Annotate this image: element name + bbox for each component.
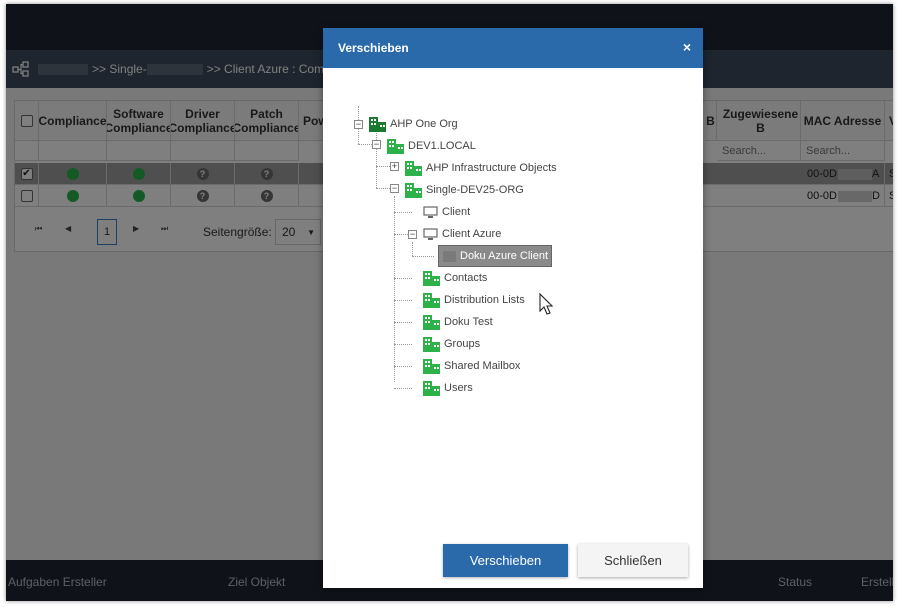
ou-icon <box>405 160 422 176</box>
move-button[interactable]: Verschieben <box>443 544 568 577</box>
dialog-title: Verschieben <box>338 41 409 55</box>
app-window: >> Single- >> Client Azure : Computer Co… <box>6 4 893 601</box>
tree-node-root[interactable]: AHP One Org <box>369 115 458 133</box>
tree-node-label: Doku Azure Client <box>460 250 549 262</box>
tree-node-shared-mailbox[interactable]: Shared Mailbox <box>423 357 520 375</box>
tree-line <box>394 322 412 323</box>
tree-line <box>394 344 412 345</box>
tree-line <box>394 196 395 382</box>
tree-node-label: DEV1.LOCAL <box>408 140 476 152</box>
ou-icon <box>423 336 440 352</box>
tree-line <box>394 278 412 279</box>
collapse-toggle[interactable]: − <box>354 120 363 129</box>
tree-node-label: Groups <box>444 338 481 350</box>
collapse-toggle[interactable]: − <box>390 184 399 193</box>
tree-line <box>412 242 413 256</box>
tree-line <box>376 188 390 189</box>
organization-icon <box>369 116 386 132</box>
computer-icon <box>423 205 438 218</box>
tree-node-label: Client Azure <box>442 228 502 240</box>
tree-node-contacts[interactable]: Contacts <box>423 269 487 287</box>
move-dialog: Verschieben × − − + − − AHP One Org DEV1… <box>323 28 703 588</box>
tree-node-label: Single-DEV25-ORG <box>426 184 524 196</box>
tree-node-label: Shared Mailbox <box>444 360 521 372</box>
tree-line <box>412 256 434 257</box>
tree-line <box>394 366 412 367</box>
computer-icon <box>443 250 456 262</box>
expand-toggle[interactable]: + <box>390 162 399 171</box>
tree-node-groups[interactable]: Groups <box>423 335 480 353</box>
tree-node-users[interactable]: Users <box>423 379 473 397</box>
computer-icon <box>423 227 438 240</box>
tree-node-label: Doku Test <box>444 316 493 328</box>
ou-icon <box>423 270 440 286</box>
ou-icon <box>423 380 440 396</box>
tree-line <box>376 126 377 188</box>
ou-icon <box>423 358 440 374</box>
dialog-header: Verschieben × <box>323 28 703 68</box>
tree-line <box>394 234 408 235</box>
ou-icon <box>423 314 440 330</box>
tree-node-label: Users <box>444 382 473 394</box>
tree-node-selected[interactable]: Doku Azure Client <box>438 245 553 267</box>
tree-line <box>394 388 412 389</box>
tree-line <box>358 144 372 145</box>
tree-node-label: AHP Infrastructure Objects <box>426 162 557 174</box>
tree-node-infrastructure[interactable]: AHP Infrastructure Objects <box>405 159 557 177</box>
tree-node-label: Contacts <box>444 272 488 284</box>
tree-line <box>394 300 412 301</box>
close-button[interactable]: Schließen <box>578 544 688 577</box>
tree-node-label: Client <box>442 206 471 218</box>
ou-icon <box>423 292 440 308</box>
tree-node-distribution-lists[interactable]: Distribution Lists <box>423 291 525 309</box>
org-tree: − − + − − AHP One Org DEV1.LOCAL AHP Inf… <box>323 68 703 518</box>
tree-node-client-azure[interactable]: Client Azure <box>423 225 501 243</box>
ou-icon <box>405 182 422 198</box>
ou-icon <box>387 138 404 154</box>
tree-node-domain[interactable]: DEV1.LOCAL <box>387 137 476 155</box>
tree-node-doku-test[interactable]: Doku Test <box>423 313 493 331</box>
tree-node-client[interactable]: Client <box>423 203 470 221</box>
tree-node-label: AHP One Org <box>390 118 458 130</box>
tree-node-label: Distribution Lists <box>444 294 525 306</box>
tree-line <box>394 212 412 213</box>
mouse-pointer-icon <box>539 293 554 315</box>
collapse-toggle[interactable]: − <box>408 230 417 239</box>
close-icon[interactable]: × <box>683 40 691 54</box>
tree-line <box>376 166 390 167</box>
tree-node-org[interactable]: Single-DEV25-ORG <box>405 181 524 199</box>
collapse-toggle[interactable]: − <box>372 140 381 149</box>
